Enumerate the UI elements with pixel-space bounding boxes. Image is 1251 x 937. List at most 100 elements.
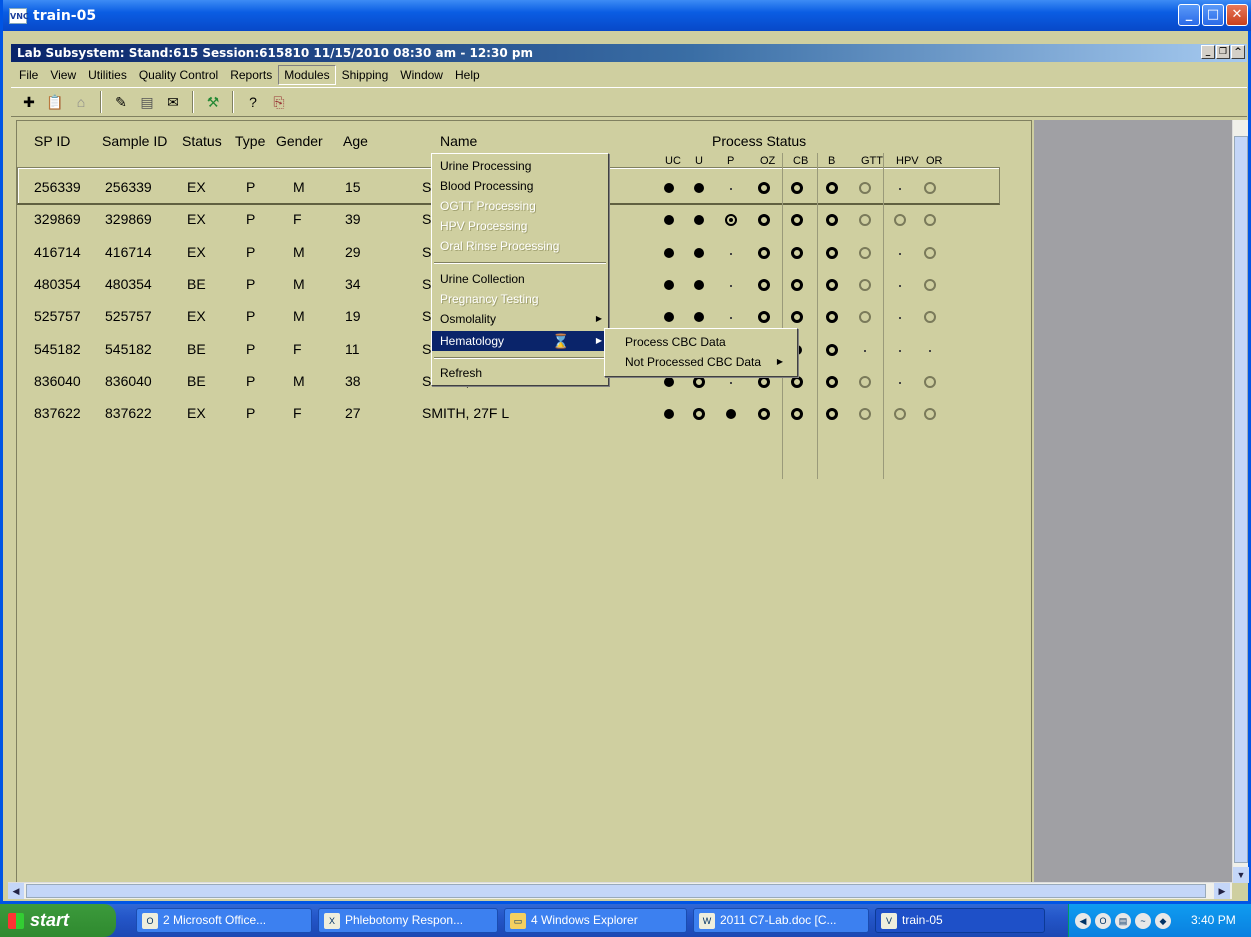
task-train-05[interactable]: Vtrain-05 (875, 908, 1045, 933)
status-not-started-icon (924, 375, 936, 388)
cell-sample: 480354 (105, 275, 152, 292)
status-na-icon (929, 349, 931, 352)
cell-gender: M (293, 179, 305, 195)
tray-arrow-icon[interactable]: ◀ (1075, 912, 1091, 929)
status-not-started-icon (859, 278, 871, 291)
help-icon[interactable]: ? (243, 92, 263, 112)
scroll-down-icon[interactable]: ▼ (1233, 867, 1249, 883)
mdi-minimize-button[interactable]: _ (1201, 45, 1215, 59)
menu-modules[interactable]: Modules (278, 65, 336, 85)
wand-icon[interactable]: ✎ (111, 92, 131, 112)
mdi-scroll-up-icon[interactable]: ^ (1231, 45, 1245, 59)
col-process-uc[interactable]: UC (665, 155, 681, 167)
status-pending-icon (826, 343, 838, 356)
menu-bar: File View Utilities Quality Control Repo… (11, 64, 1247, 86)
task-microsoft-office[interactable]: O 2 Microsoft Office... (136, 908, 312, 933)
menu-item-urine-collection[interactable]: Urine Collection (432, 269, 608, 289)
cell-sp: 836040 (34, 372, 81, 389)
scroll-right-icon[interactable]: ▶ (1214, 883, 1230, 899)
submenu-arrow-icon: ▶ (776, 357, 783, 366)
status-na-icon (730, 317, 732, 320)
outlook-icon: O (142, 913, 158, 929)
tools-icon[interactable]: ⚒ (203, 92, 223, 112)
network-tray-icon[interactable]: ~ (1135, 912, 1151, 929)
new-icon[interactable]: ✚ (19, 92, 39, 112)
menu-item-hematology[interactable]: Hematology ⌛ ▶ (432, 331, 608, 351)
scroll-left-icon[interactable]: ◀ (8, 883, 24, 899)
col-status[interactable]: Status (182, 133, 222, 149)
col-process-u[interactable]: U (695, 155, 703, 167)
col-sample-id[interactable]: Sample ID (102, 133, 167, 149)
submenu-arrow-icon: ▶ (595, 314, 602, 323)
status-not-started-icon (859, 408, 871, 421)
window-title: train-05 (33, 7, 97, 24)
task-windows-explorer[interactable]: ▭ 4 Windows Explorer (504, 908, 687, 933)
col-process-hpv[interactable]: HPV (896, 155, 919, 167)
cell-sample: 256339 (105, 179, 152, 195)
title-bar[interactable]: VNC train-05 _ □ ✕ (3, 0, 1251, 31)
printer-icon[interactable]: ▤ (137, 92, 157, 112)
status-not-started-icon (894, 408, 906, 421)
menu-shipping[interactable]: Shipping (336, 65, 395, 85)
vertical-scrollbar[interactable]: ▼ (1232, 120, 1249, 883)
task-lab-doc[interactable]: W 2011 C7-Lab.doc [C... (693, 908, 869, 933)
status-pending-icon (693, 408, 705, 421)
minimize-button[interactable]: _ (1178, 4, 1200, 26)
clipboard-icon[interactable]: 📋 (45, 92, 65, 112)
col-process-gtt[interactable]: GTT (861, 155, 883, 167)
close-button[interactable]: ✕ (1226, 4, 1248, 26)
menu-item-refresh[interactable]: Refresh (432, 363, 608, 383)
menu-utilities[interactable]: Utilities (82, 65, 133, 85)
menu-item-process-cbc-data[interactable]: Process CBC Data (605, 332, 797, 352)
col-process-oz[interactable]: OZ (760, 155, 775, 167)
status-pending-icon (693, 375, 705, 388)
col-process-status[interactable]: Process Status (712, 133, 806, 149)
menu-file[interactable]: File (13, 65, 44, 85)
menu-window[interactable]: Window (394, 65, 449, 85)
outlook-tray-icon[interactable]: O (1095, 912, 1111, 929)
menu-quality-control[interactable]: Quality Control (133, 65, 224, 85)
horizontal-scroll-thumb[interactable] (26, 884, 1206, 898)
col-process-cb[interactable]: CB (793, 155, 808, 167)
status-partial-dot (729, 218, 733, 223)
menu-item-osmolality[interactable]: Osmolality ▶ (432, 309, 608, 329)
col-name[interactable]: Name (440, 133, 477, 149)
col-process-p[interactable]: P (727, 155, 734, 167)
system-tray: ◀ O ▤ ~ ◆ 3:40 PM (1068, 904, 1251, 937)
status-pending-icon (791, 311, 803, 324)
status-pending-icon (826, 246, 838, 259)
menu-item-blood-processing[interactable]: Blood Processing (432, 176, 608, 196)
cell-status: EX (187, 308, 206, 325)
start-button[interactable]: start (0, 904, 116, 937)
col-gender[interactable]: Gender (276, 133, 323, 149)
status-pending-icon (826, 278, 838, 291)
printer-tray-icon[interactable]: ▤ (1115, 912, 1131, 929)
col-process-b[interactable]: B (828, 155, 835, 167)
app-icon: VNC (9, 7, 29, 24)
col-age[interactable]: Age (343, 133, 368, 149)
mdi-restore-button[interactable]: ❐ (1216, 45, 1230, 59)
tray-icon[interactable]: ⌂ (71, 92, 91, 112)
col-sp-id[interactable]: SP ID (34, 133, 70, 149)
mdi-title-bar[interactable]: Lab Subsystem: Stand:615 Session:615810 … (11, 44, 1247, 62)
menu-item-urine-processing[interactable]: Urine Processing (432, 156, 608, 176)
task-phlebotomy[interactable]: X Phlebotomy Respon... (318, 908, 498, 933)
table-row[interactable]: 837622 837622 EX P F 27 SMITH, 27F L (17, 405, 997, 429)
menu-item-not-processed-cbc-data[interactable]: Not Processed CBC Data ▶ (605, 352, 797, 372)
antivirus-tray-icon[interactable]: ◆ (1155, 912, 1171, 929)
menu-help[interactable]: Help (449, 65, 486, 85)
status-complete-icon (664, 376, 674, 387)
cell-status: EX (187, 405, 206, 422)
col-type[interactable]: Type (235, 133, 265, 149)
hematology-submenu: Process CBC Data Not Processed CBC Data ▶ (604, 328, 798, 377)
maximize-button[interactable]: □ (1202, 4, 1224, 26)
vertical-scroll-thumb[interactable] (1234, 136, 1248, 863)
envelope-icon[interactable]: ✉ (163, 92, 183, 112)
menu-view[interactable]: View (44, 65, 82, 85)
hematology-label: Hematology (440, 334, 505, 348)
status-na-icon (730, 252, 732, 255)
col-process-or[interactable]: OR (926, 155, 943, 167)
menu-reports[interactable]: Reports (224, 65, 278, 85)
exit-icon[interactable]: ⎘ (269, 92, 289, 112)
horizontal-scrollbar[interactable]: ◀ ▶ (8, 882, 1232, 899)
